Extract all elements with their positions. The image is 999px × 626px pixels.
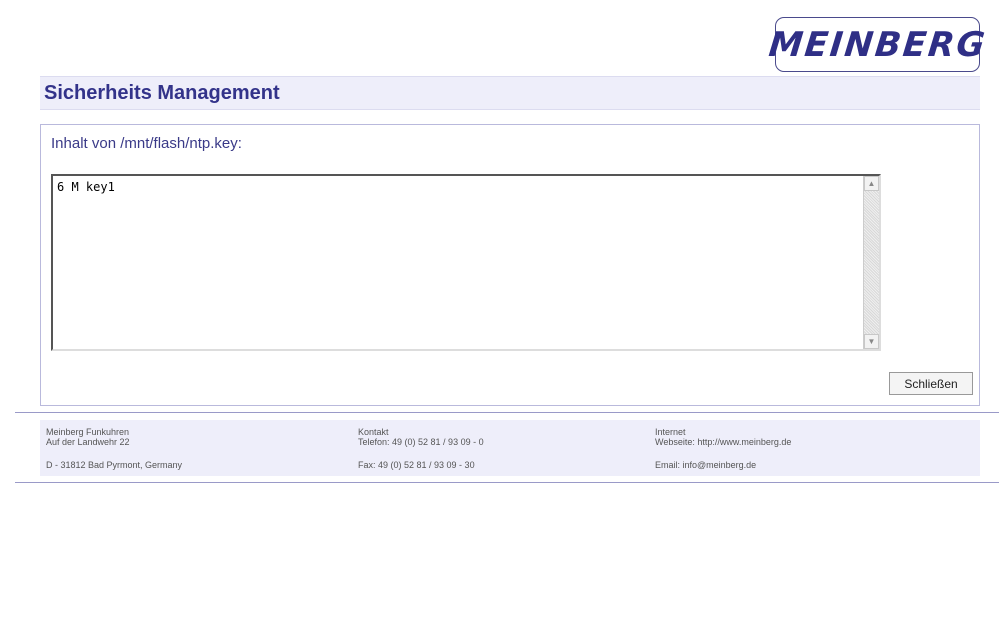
company-city: D - 31812 Bad Pyrmont, Germany [46,460,183,470]
scroll-down-arrow-icon[interactable]: ▼ [864,334,879,349]
file-content-textarea[interactable]: 6 M key1 ▲ ▼ [51,174,881,351]
footer: Meinberg Funkuhren Auf der Landwehr 22 D… [40,420,980,476]
footer-company: Meinberg Funkuhren Auf der Landwehr 22 D… [46,427,182,470]
footer-internet: Internet Webseite: http://www.meinberg.d… [655,427,791,470]
company-street: Auf der Landwehr 22 [46,437,130,447]
contact-fax: Fax: 49 (0) 52 81 / 93 09 - 30 [358,460,475,470]
footer-top-divider [15,412,999,413]
vertical-scrollbar[interactable]: ▲ ▼ [863,176,879,349]
contact-label: Kontakt [358,427,389,437]
close-button[interactable]: Schließen [889,372,973,395]
title-bar: Sicherheits Management [40,76,980,110]
footer-contact: Kontakt Telefon: 49 (0) 52 81 / 93 09 - … [358,427,484,470]
content-panel: Inhalt von /mnt/flash/ntp.key: 6 M key1 … [40,124,980,406]
page-title: Sicherheits Management [44,82,280,104]
meinberg-logo: MEINBERG [767,17,988,72]
file-content-text: 6 M key1 [57,180,115,194]
email-link[interactable]: Email: info@meinberg.de [655,460,791,470]
logo-text: MEINBERG [766,24,989,65]
contact-phone: Telefon: 49 (0) 52 81 / 93 09 - 0 [358,437,484,447]
scroll-up-arrow-icon[interactable]: ▲ [864,176,879,191]
company-name: Meinberg Funkuhren [46,427,130,437]
website-link[interactable]: Webseite: http://www.meinberg.de [655,437,791,447]
footer-bottom-divider [15,482,999,483]
panel-heading: Inhalt von /mnt/flash/ntp.key: [51,135,242,152]
internet-label: Internet [655,427,686,437]
